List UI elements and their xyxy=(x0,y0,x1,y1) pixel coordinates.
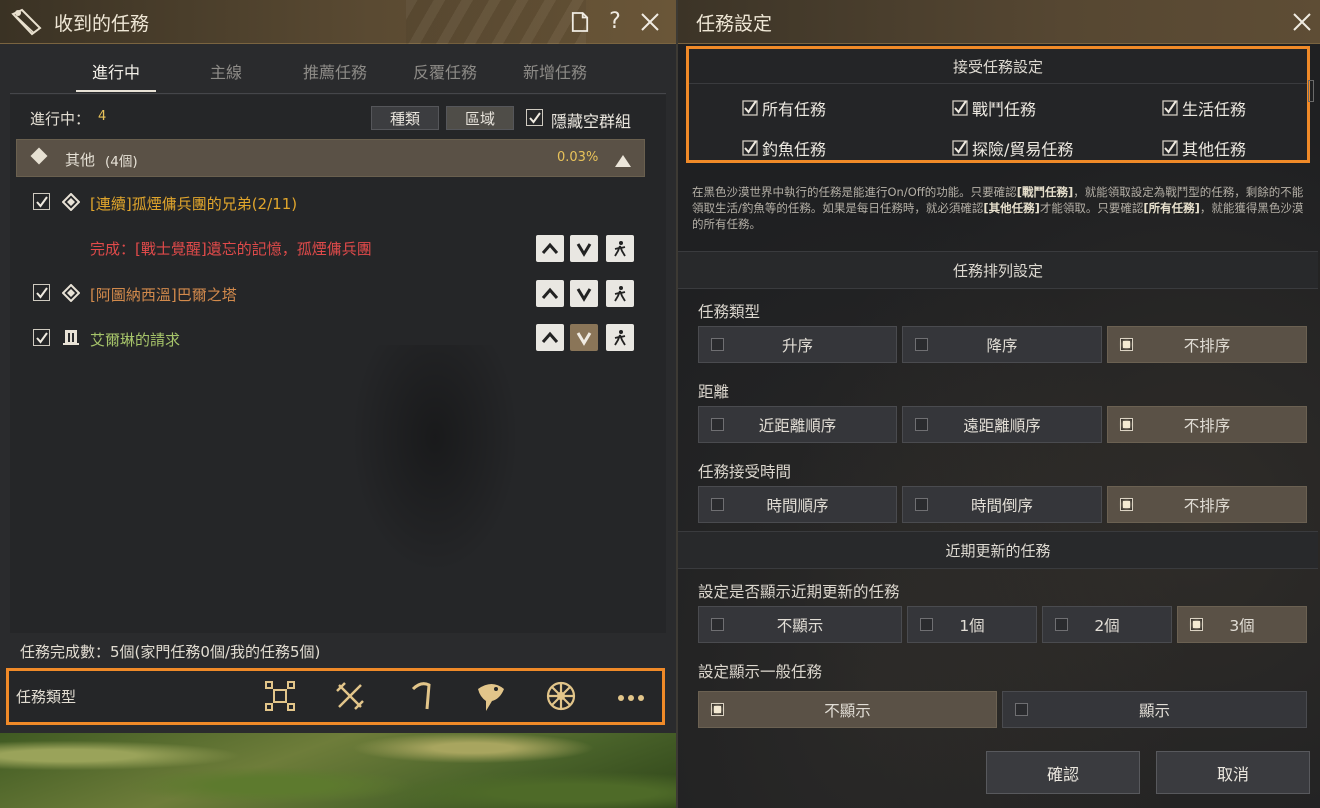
move-up-button[interactable] xyxy=(536,280,564,307)
recent-3-option[interactable]: 3個 xyxy=(1177,606,1307,643)
quest-window-titlebar[interactable]: 收到的任務 ? xyxy=(0,0,676,44)
diamond-quest-icon xyxy=(61,192,81,215)
move-up-button[interactable] xyxy=(536,235,564,262)
hide-empty-label: 隱藏空群組 xyxy=(551,112,632,131)
recent-hide-option[interactable]: 不顯示 xyxy=(698,606,902,643)
help-icon[interactable]: ? xyxy=(601,7,629,35)
tab-recommended[interactable]: 推薦任務 xyxy=(290,50,380,92)
settings-titlebar[interactable]: 任務設定 xyxy=(678,0,1320,44)
move-up-button[interactable] xyxy=(536,324,564,351)
close-icon[interactable] xyxy=(1288,8,1316,36)
recent-2-option[interactable]: 2個 xyxy=(1042,606,1172,643)
collapse-triangle-icon[interactable] xyxy=(615,152,631,171)
accept-all-checkbox[interactable]: 所有任務 xyxy=(742,96,826,120)
auto-navigate-button[interactable] xyxy=(606,324,634,351)
accept-life-label: 生活任務 xyxy=(1182,100,1247,119)
auto-navigate-button[interactable] xyxy=(606,235,634,262)
confirm-button[interactable]: 確認 xyxy=(986,751,1140,794)
group-count: (4個) xyxy=(105,154,138,170)
recent-1-option[interactable]: 1個 xyxy=(907,606,1037,643)
accept-all-label: 所有任務 xyxy=(762,100,827,119)
sort-time-none[interactable]: 不排序 xyxy=(1107,486,1307,523)
move-down-button[interactable] xyxy=(570,235,598,262)
filter-region-button[interactable]: 區域 xyxy=(446,106,514,130)
sort-distance-label: 距離 xyxy=(698,383,730,401)
quest-checkbox[interactable] xyxy=(33,284,50,301)
sort-section-header: 任務排列設定 xyxy=(678,251,1318,289)
quest-type-label: 任務類型 xyxy=(16,688,77,706)
quest-group-header[interactable]: 其他 (4個) 0.03% xyxy=(16,139,645,177)
accept-other-checkbox[interactable]: 其他任務 xyxy=(1162,136,1246,160)
tab-main[interactable]: 主線 xyxy=(186,50,266,92)
quest-window: 收到的任務 ? 進行中 主線 推薦任務 反覆任務 新增任務 進行中： 4 種類 … xyxy=(0,0,676,808)
in-progress-count: 4 xyxy=(98,109,107,124)
accept-combat-checkbox[interactable]: 戰鬥任務 xyxy=(952,96,1036,120)
sort-type-descending[interactable]: 降序 xyxy=(902,326,1102,363)
auto-navigate-button[interactable] xyxy=(606,280,634,307)
tab-in-progress[interactable]: 進行中 xyxy=(76,50,156,92)
move-down-button[interactable] xyxy=(570,280,598,307)
more-dots-icon[interactable] xyxy=(611,676,651,716)
sort-type-ascending[interactable]: 升序 xyxy=(698,326,897,363)
game-world-background xyxy=(0,733,676,808)
accept-combat-label: 戰鬥任務 xyxy=(972,100,1037,119)
sort-time-ascending[interactable]: 時間順序 xyxy=(698,486,897,523)
tabs-divider xyxy=(10,93,666,94)
all-types-icon[interactable] xyxy=(260,676,300,716)
accept-fishing-checkbox[interactable]: 釣魚任務 xyxy=(742,136,826,160)
sort-type-label: 任務類型 xyxy=(698,303,761,321)
group-percent: 0.03% xyxy=(557,150,599,165)
accept-trade-label: 探險/貿易任務 xyxy=(972,140,1074,159)
quest-title[interactable]: 艾爾琳的請求 xyxy=(90,329,180,350)
filter-type-button[interactable]: 種類 xyxy=(371,106,439,130)
settings-title: 任務設定 xyxy=(696,13,773,35)
hide-empty-checkbox[interactable] xyxy=(526,109,543,126)
scroll-quest-icon xyxy=(62,328,80,350)
sort-time-label: 任務接受時間 xyxy=(698,463,792,481)
active-tab-indicator xyxy=(76,90,156,92)
accept-life-checkbox[interactable]: 生活任務 xyxy=(1162,96,1246,120)
completion-count: 任務完成數：5個(家門任務0個/我的任務5個) xyxy=(20,643,321,661)
settings-description: 在黑色沙漠世界中執行的任務是能進行On/Off的功能。只要確認[戰鬥任務]，就能… xyxy=(692,185,1304,231)
quest-window-title: 收到的任務 xyxy=(54,13,150,35)
group-name: 其他 xyxy=(65,151,96,169)
quest-title[interactable]: [連續]孤煙傭兵團的兄弟(2/11) xyxy=(90,193,297,214)
general-show-option[interactable]: 顯示 xyxy=(1002,691,1307,728)
group-diamond-icon xyxy=(30,147,48,165)
tab-repeat[interactable]: 反覆任務 xyxy=(400,50,490,92)
quest-settings-window: 任務設定 接受任務設定 所有任務 戰鬥任務 生活任務 釣魚任務 探險/貿易任務 … xyxy=(676,0,1320,808)
quest-title[interactable]: [阿圖納西溫]巴爾之塔 xyxy=(90,284,237,305)
quest-checkbox[interactable] xyxy=(33,329,50,346)
sort-time-descending[interactable]: 時間倒序 xyxy=(902,486,1102,523)
fishing-fish-icon[interactable] xyxy=(471,676,511,716)
show-recent-label: 設定是否顯示近期更新的任務 xyxy=(698,583,900,601)
move-down-button[interactable] xyxy=(570,324,598,351)
in-progress-label: 進行中： xyxy=(30,110,91,128)
scroll-map-icon xyxy=(10,6,44,38)
quest-objective: 完成：[戰士覺醒]遺忘的記憶，孤煙傭兵團 xyxy=(90,240,372,258)
gathering-pickaxe-icon[interactable] xyxy=(402,676,442,716)
scrollbar-thumb[interactable] xyxy=(1308,80,1314,102)
tab-new[interactable]: 新增任務 xyxy=(510,50,600,92)
accept-fishing-label: 釣魚任務 xyxy=(762,140,827,159)
combat-swords-icon[interactable] xyxy=(330,676,370,716)
general-hide-option[interactable]: 不顯示 xyxy=(698,691,997,728)
accept-trade-checkbox[interactable]: 探險/貿易任務 xyxy=(952,136,1073,160)
close-icon[interactable] xyxy=(636,8,664,36)
sort-type-none[interactable]: 不排序 xyxy=(1107,326,1307,363)
quest-checkbox[interactable] xyxy=(33,193,50,210)
sort-distance-far[interactable]: 遠距離順序 xyxy=(902,406,1102,443)
sort-distance-none[interactable]: 不排序 xyxy=(1107,406,1307,443)
diamond-quest-icon xyxy=(61,283,81,306)
background-figure xyxy=(350,345,520,575)
recent-section-header: 近期更新的任務 xyxy=(678,531,1318,569)
cancel-button[interactable]: 取消 xyxy=(1156,751,1310,794)
accept-section-header: 接受任務設定 xyxy=(952,57,1043,76)
show-general-label: 設定顯示一般任務 xyxy=(698,663,823,681)
document-icon[interactable] xyxy=(566,8,594,36)
accept-other-label: 其他任務 xyxy=(1182,140,1247,159)
sort-distance-near[interactable]: 近距離順序 xyxy=(698,406,897,443)
trade-wheel-icon[interactable] xyxy=(541,676,581,716)
